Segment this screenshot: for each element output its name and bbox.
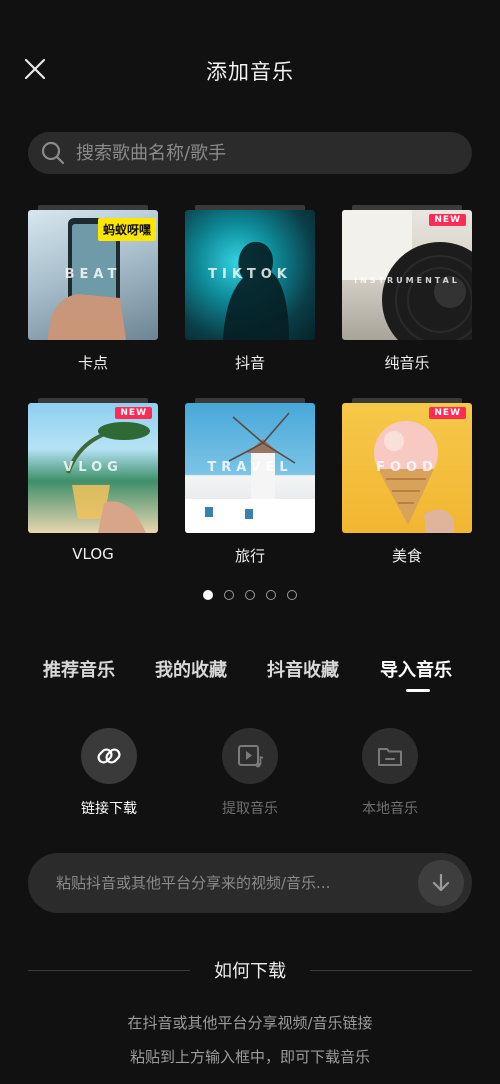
category-badge: 蚂蚁呀嘿 [97,218,156,241]
action-circle [222,728,278,784]
action-label: 提取音乐 [222,801,278,817]
category-cover: FOOD NEW [342,403,472,533]
category-label: 纯音乐 [384,354,430,372]
divider-line [28,969,190,971]
category-card-douyin[interactable]: TIKTOK 抖音 [185,205,315,373]
category-card-instrumental[interactable]: INSTRUMENTAL NEW 纯音乐 [342,205,472,373]
cover-text: TRAVEL [207,460,293,475]
divider-line [310,969,472,971]
new-badge: NEW [429,407,466,419]
how-to-title: 如何下载 [214,961,286,982]
cover-text: FOOD [376,460,438,475]
search-input[interactable] [76,142,472,164]
category-label: 美食 [391,547,422,565]
tab-douyin-favorites[interactable]: 抖音收藏 [267,656,339,682]
download-arrow-icon [432,873,450,892]
active-tab-indicator [406,689,430,692]
category-card-vlog[interactable]: VLOG NEW VLOG [28,398,158,563]
category-cover: TRAVEL [185,403,315,533]
category-label: 抖音 [234,354,265,372]
category-label: VLOG [72,545,114,563]
tab-import-music[interactable]: 导入音乐 [380,656,452,682]
local-music-button[interactable]: 本地音乐 [340,728,440,818]
page-dot-3[interactable] [245,590,255,600]
new-badge: NEW [429,214,466,226]
how-to-header: 如何下载 [28,958,472,982]
category-card-travel[interactable]: TRAVEL 旅行 [185,398,315,566]
cover-text: INSTRUMENTAL [354,276,460,285]
category-card-food[interactable]: FOOD NEW 美食 [342,398,472,566]
cover-text: TIKTOK [208,267,292,282]
video-music-icon [238,745,264,768]
search-icon [40,140,66,166]
cover-text: BEAT [64,267,122,282]
category-cover: TIKTOK [185,210,315,340]
action-circle [362,728,418,784]
page-dot-1[interactable] [203,590,213,600]
cover-text: VLOG [63,460,123,475]
paste-link-bar [28,853,472,913]
import-actions: 链接下载 提取音乐 本地音乐 [0,728,500,828]
folder-icon [378,748,402,766]
category-label: 卡点 [77,354,108,372]
page-dot-2[interactable] [224,590,234,600]
page-dot-4[interactable] [266,590,276,600]
action-circle [81,728,137,784]
vinyl-record-illustration [342,210,472,340]
music-tabs: 推荐音乐 我的收藏 抖音收藏 导入音乐 [0,656,500,696]
how-to-line-1: 在抖音或其他平台分享视频/音乐链接 [127,1014,373,1032]
category-label: 旅行 [234,547,265,565]
action-label: 链接下载 [81,801,137,817]
search-bar[interactable] [28,132,472,174]
extract-music-button[interactable]: 提取音乐 [200,728,300,818]
header: 添加音乐 [0,40,500,100]
pagination-dots [0,590,500,600]
category-cover: BEAT 蚂蚁呀嘿 [28,210,158,340]
link-icon [97,748,121,764]
link-download-button[interactable]: 链接下载 [59,728,159,818]
action-label: 本地音乐 [362,801,418,817]
category-cover: VLOG NEW [28,403,158,533]
page-dot-5[interactable] [287,590,297,600]
paste-link-input[interactable] [56,874,418,892]
category-card-kadian[interactable]: BEAT 蚂蚁呀嘿 卡点 [28,205,158,373]
page-title: 添加音乐 [206,60,294,84]
tab-recommended[interactable]: 推荐音乐 [43,656,115,682]
category-cover: INSTRUMENTAL NEW [342,210,472,340]
tab-my-favorites[interactable]: 我的收藏 [155,656,227,682]
download-button[interactable] [418,860,464,906]
new-badge: NEW [115,407,152,419]
how-to-line-2: 粘贴到上方输入框中，即可下载音乐 [129,1048,370,1066]
